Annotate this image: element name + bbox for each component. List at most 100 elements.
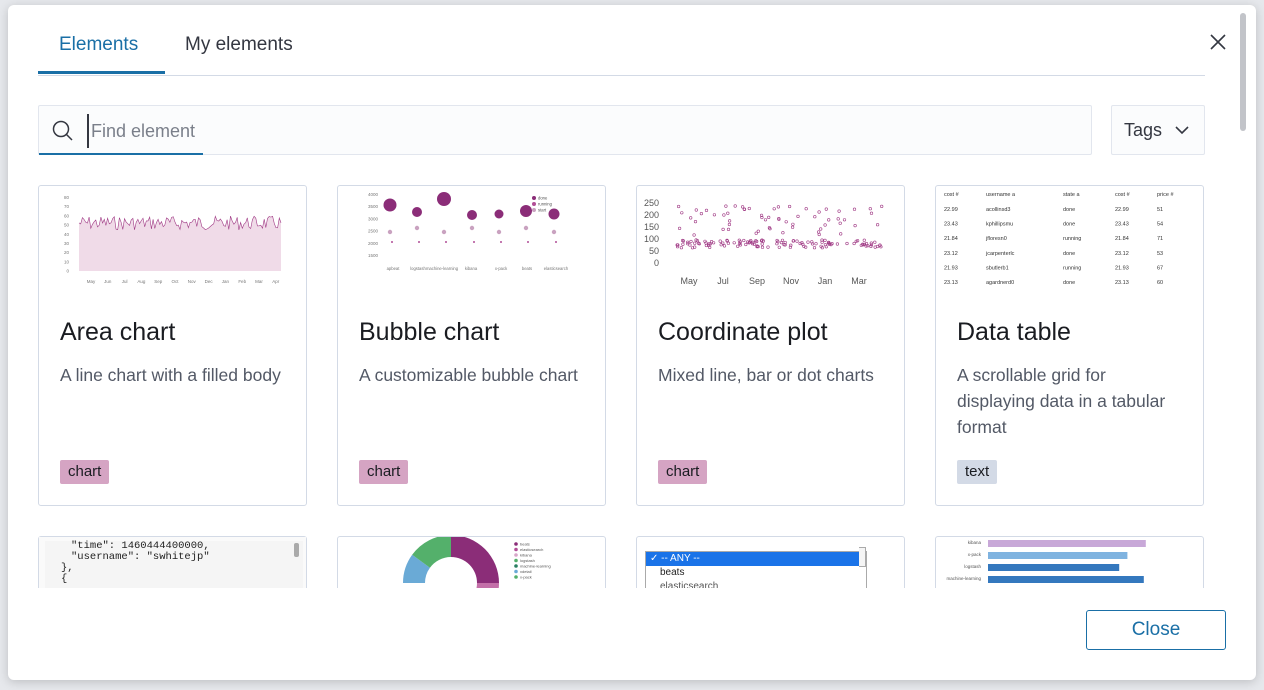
data-point: [791, 225, 795, 229]
table-cell: done: [1063, 222, 1075, 228]
data-point: [868, 207, 872, 211]
tags-filter-button[interactable]: Tags: [1111, 105, 1205, 155]
close-button[interactable]: Close: [1086, 610, 1226, 650]
table-cell: done: [1063, 280, 1075, 286]
x-tick-label: x-pack: [495, 266, 508, 271]
bar: [988, 564, 1120, 571]
table-header: state a: [1063, 192, 1080, 198]
data-point: [842, 218, 847, 222]
legend-label: kibana: [520, 553, 533, 558]
data-point: [681, 242, 685, 246]
legend-swatch: [514, 542, 518, 546]
legend-swatch: [532, 202, 536, 206]
modal-scrollbar[interactable]: [1240, 13, 1246, 131]
data-point: [736, 244, 740, 248]
data-point: [726, 227, 731, 232]
bubble: [496, 229, 502, 235]
y-tick-label: 80: [64, 195, 70, 200]
tab-my-elements[interactable]: My elements: [185, 34, 293, 74]
card-debug[interactable]: "time": 1460444400000, "username": "swhi…: [38, 536, 307, 588]
tab-elements[interactable]: Elements: [59, 34, 138, 74]
card-area-chart[interactable]: 80 70 60 50 40 30 20 10 0 May Jun Jul Aug Sep Oct Nov De…: [38, 185, 307, 506]
bubble: [467, 210, 477, 220]
card-tag-badge[interactable]: chart: [359, 460, 409, 484]
card-dropdown-filter[interactable]: ✓ -- ANY -- beats elasticsearch: [636, 536, 905, 588]
card-bubble-chart[interactable]: 4000 3500 3000 2500 2000 1500 apbeat logstash ma…: [337, 185, 606, 506]
legend-label: done: [538, 196, 548, 201]
x-tick-label: Jan: [222, 279, 230, 284]
x-tick-label: Mar: [851, 276, 867, 286]
bubble-chart-preview: 4000 3500 3000 2500 2000 1500 apbeat logstash ma…: [368, 192, 569, 271]
search-input[interactable]: [87, 114, 1073, 148]
card-donut[interactable]: beats elasticsearch kibana logstash machine-…: [337, 536, 606, 588]
bubble: [551, 229, 557, 235]
card-tag-badge[interactable]: chart: [658, 460, 708, 484]
card-tag-badge[interactable]: text: [957, 460, 998, 484]
table-cell: 21.84: [944, 236, 958, 242]
data-point: [836, 217, 840, 221]
card-tag-badge[interactable]: chart: [60, 460, 110, 484]
data-point: [689, 239, 693, 244]
area-fill: [79, 216, 281, 271]
y-tick-label: 50: [64, 223, 70, 228]
table-cell: kphillipsmu: [986, 222, 1013, 228]
dropdown-arrow: [859, 547, 866, 567]
table-cell: sbutlerb1: [986, 265, 1009, 271]
data-point: [756, 229, 760, 233]
x-tick-label: Oct: [171, 279, 179, 284]
legend-swatch: [514, 553, 518, 557]
x-tick-label: Jan: [818, 276, 833, 286]
data-point: [763, 218, 768, 222]
data-point: [837, 209, 841, 213]
data-point: [726, 211, 730, 215]
data-point: [869, 243, 874, 247]
x-tick-label: apbeat: [387, 266, 401, 271]
data-point: [693, 241, 697, 245]
data-point: [862, 238, 866, 242]
search-icon: [52, 120, 73, 141]
data-point: [853, 223, 857, 228]
x-tick-label: Mar: [255, 279, 263, 284]
x-tick-label: Feb: [238, 279, 246, 284]
y-tick-label: 0: [66, 269, 69, 274]
data-point: [835, 242, 839, 246]
table-cell: 21.84: [1115, 236, 1129, 242]
y-tick-label: 2500: [368, 229, 379, 234]
data-point: [679, 246, 684, 250]
data-point: [724, 204, 728, 208]
data-point: [823, 223, 827, 227]
data-point: [824, 207, 828, 211]
table-cell: jfloresn0: [985, 236, 1007, 242]
y-tick-label: 10: [64, 259, 70, 264]
y-tick-label: 30: [64, 241, 70, 246]
debug-line: {: [61, 573, 68, 585]
x-tick-label: Jul: [122, 279, 128, 284]
legend-label: machine-learning: [520, 564, 551, 569]
debug-preview: "time": 1460444400000, "username": "swhi…: [39, 537, 306, 588]
bubble: [548, 208, 560, 220]
bar-label: x-pack: [968, 552, 982, 557]
close-icon[interactable]: [1207, 31, 1229, 53]
bubble: [391, 241, 393, 243]
data-point: [692, 233, 696, 237]
bubble: [500, 241, 502, 243]
elements-grid: 80 70 60 50 40 30 20 10 0 May Jun Jul Aug Sep Oct Nov De…: [8, 183, 1256, 588]
table-cell: 23.13: [944, 280, 958, 286]
data-point: [827, 218, 831, 222]
data-point: [694, 208, 698, 212]
bar-label: machine-learning: [946, 576, 981, 581]
data-point: [766, 245, 770, 249]
legend-swatch: [532, 196, 536, 200]
data-point: [776, 205, 780, 209]
legend-label: logstash: [520, 558, 535, 563]
legend-swatch: [532, 208, 536, 212]
data-point: [718, 239, 722, 243]
table-header: cost #: [1115, 192, 1131, 198]
card-data-table[interactable]: cost # username a state a cost # price # 22.9…: [935, 185, 1204, 506]
data-point: [760, 242, 764, 246]
data-point: [806, 240, 810, 244]
dropdown-filter-preview: ✓ -- ANY -- beats elasticsearch: [637, 537, 904, 588]
card-horizontal-bar[interactable]: kibana x-pack logstash machine-learning beat…: [935, 536, 1204, 588]
legend-label: xdetail: [520, 569, 532, 574]
card-coordinate-plot[interactable]: 250 200 150 100 50 0 May Jul Sep Nov Jan Mar Coordi…: [636, 185, 905, 506]
